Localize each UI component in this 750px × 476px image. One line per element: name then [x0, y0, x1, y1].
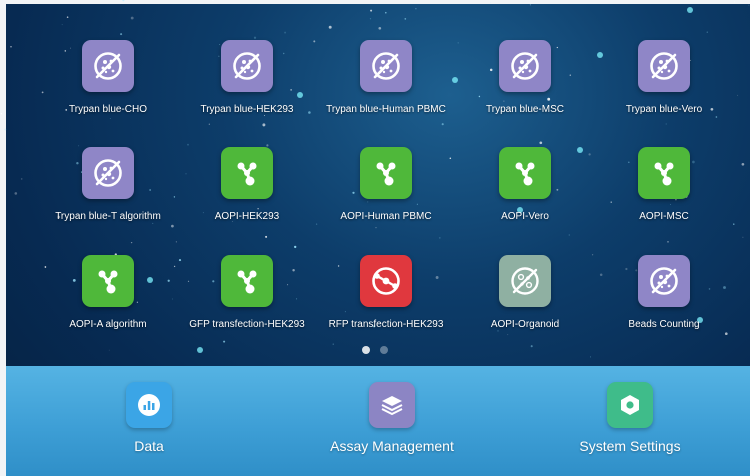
aopi-molecule-icon[interactable]: [638, 147, 690, 199]
layers-icon[interactable]: [369, 382, 415, 428]
app-label: AOPI-Human PBMC: [340, 211, 432, 222]
dock-item-label: Assay Management: [330, 438, 454, 454]
aopi-molecule-icon[interactable]: [360, 147, 412, 199]
app-label: RFP transfection-HEK293: [328, 319, 444, 330]
app-launcher[interactable]: AOPI-HEK293: [172, 147, 322, 222]
dock-item[interactable]: Data: [59, 382, 239, 454]
trypan-blue-icon[interactable]: [360, 40, 412, 92]
app-label: Beads Counting: [628, 319, 700, 330]
app-launcher[interactable]: Trypan blue-HEK293: [172, 40, 322, 115]
page-indicator: [0, 346, 750, 354]
app-launcher[interactable]: Beads Counting: [589, 255, 739, 330]
app-launcher[interactable]: AOPI-Organoid: [450, 255, 600, 330]
dock-item[interactable]: Assay Management: [302, 382, 482, 454]
app-label: Trypan blue-CHO: [69, 104, 147, 115]
trypan-blue-icon[interactable]: [82, 147, 134, 199]
app-launcher[interactable]: AOPI-A algorithm: [33, 255, 183, 330]
app-launcher[interactable]: Trypan blue-Human PBMC: [311, 40, 461, 115]
app-launcher[interactable]: AOPI-MSC: [589, 147, 739, 222]
home-screen: Trypan blue-CHO Trypan blue-HEK293 Trypan …: [0, 0, 750, 476]
trypan-blue-icon[interactable]: [638, 40, 690, 92]
app-label: Trypan blue-Human PBMC: [326, 104, 446, 115]
app-label: GFP transfection-HEK293: [189, 319, 305, 330]
app-launcher[interactable]: Trypan blue-Vero: [589, 40, 739, 115]
app-label: AOPI-HEK293: [214, 211, 280, 222]
app-grid: Trypan blue-CHO Trypan blue-HEK293 Trypan …: [6, 0, 750, 350]
app-label: AOPI-Organoid: [490, 319, 560, 330]
app-launcher[interactable]: RFP transfection-HEK293: [311, 255, 461, 330]
chart-icon[interactable]: [126, 382, 172, 428]
dock-item[interactable]: System Settings: [540, 382, 720, 454]
rfp-ring-icon[interactable]: [360, 255, 412, 307]
aopi-molecule-icon[interactable]: [221, 147, 273, 199]
page-dot[interactable]: [380, 346, 388, 354]
app-launcher[interactable]: Trypan blue-T algorithm: [33, 147, 183, 222]
app-launcher[interactable]: GFP transfection-HEK293: [172, 255, 322, 330]
app-label: AOPI-MSC: [639, 211, 689, 222]
app-label: Trypan blue-Vero: [625, 104, 703, 115]
app-label: Trypan blue-HEK293: [200, 104, 294, 115]
trypan-blue-icon[interactable]: [638, 255, 690, 307]
organoid-icon[interactable]: [499, 255, 551, 307]
aopi-molecule-icon[interactable]: [82, 255, 134, 307]
app-label: Trypan blue-MSC: [486, 104, 564, 115]
dock-item-label: Data: [134, 438, 164, 454]
aopi-molecule-icon[interactable]: [221, 255, 273, 307]
trypan-blue-icon[interactable]: [82, 40, 134, 92]
app-launcher[interactable]: AOPI-Vero: [450, 147, 600, 222]
app-launcher[interactable]: Trypan blue-CHO: [33, 40, 183, 115]
hexagon-settings-icon[interactable]: [607, 382, 653, 428]
app-launcher[interactable]: Trypan blue-MSC: [450, 40, 600, 115]
app-label: AOPI-Vero: [501, 211, 549, 222]
app-launcher[interactable]: AOPI-Human PBMC: [311, 147, 461, 222]
trypan-blue-icon[interactable]: [499, 40, 551, 92]
app-label: Trypan blue-T algorithm: [55, 211, 161, 222]
aopi-molecule-icon[interactable]: [499, 147, 551, 199]
dock-item-label: System Settings: [579, 438, 681, 454]
dock: Data Assay Management System Settings: [6, 366, 750, 476]
trypan-blue-icon[interactable]: [221, 40, 273, 92]
page-dot[interactable]: [362, 346, 370, 354]
app-label: AOPI-A algorithm: [69, 319, 147, 330]
